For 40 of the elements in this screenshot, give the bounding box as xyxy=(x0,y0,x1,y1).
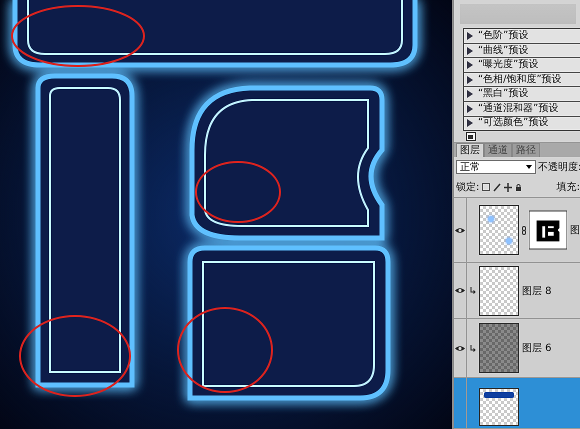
preset-label[interactable]: “黑白”预设 xyxy=(478,89,528,100)
preset-label[interactable]: “曲线”预设 xyxy=(478,46,528,56)
preset-label[interactable]: “曝光度”预设 xyxy=(478,60,538,70)
panel-tab[interactable]: 通道 xyxy=(484,143,512,157)
blend-mode-dropdown[interactable]: 正常 xyxy=(456,160,536,174)
opacity-label: 不透明度: xyxy=(538,160,580,174)
preset-item[interactable]: “色阶”预设 xyxy=(464,29,580,44)
mask-thumbnail xyxy=(529,210,567,250)
preset-item[interactable]: “曲线”预设 xyxy=(464,44,580,58)
preset-label[interactable]: “色阶”预设 xyxy=(478,30,528,41)
caret-icon xyxy=(526,165,532,169)
preset-item[interactable]: “色相/饱和度”预设 xyxy=(464,72,580,88)
lock-options-icon[interactable] xyxy=(482,182,522,192)
preset-item[interactable]: “曝光度”预设 xyxy=(464,58,580,73)
layer-thumbnail xyxy=(479,205,519,255)
preset-label[interactable]: “色相/饱和度”预设 xyxy=(478,74,562,85)
preset-item[interactable]: “可选颜色”预设 xyxy=(464,116,580,130)
layer-row[interactable]: 图 xyxy=(454,198,580,263)
layer-icon[interactable] xyxy=(466,132,476,142)
chain-icon xyxy=(522,226,526,234)
layer-row[interactable] xyxy=(454,378,580,429)
layer-name[interactable]: 图层 6 xyxy=(522,341,552,355)
fill-label: 填充: xyxy=(556,180,580,194)
layer-name[interactable]: 图层 8 xyxy=(522,284,552,298)
preset-label[interactable]: “可选颜色”预设 xyxy=(478,118,548,128)
panel-tab[interactable]: 图层 xyxy=(456,143,484,157)
panel-tab[interactable]: 路径 xyxy=(512,143,540,157)
visibility-eye-icon[interactable] xyxy=(455,226,465,234)
layer-row[interactable]: 图层 8 xyxy=(454,263,580,319)
layer-thumbnail xyxy=(479,388,519,426)
layer-thumbnail xyxy=(479,323,519,373)
layer-thumbnail xyxy=(479,266,519,316)
layer-name[interactable]: 图 xyxy=(570,223,580,237)
preset-item[interactable]: “黑白”预设 xyxy=(464,87,580,102)
visibility-eye-icon[interactable] xyxy=(455,344,465,352)
preset-item[interactable]: “通道混和器”预设 xyxy=(464,102,580,117)
preset-label[interactable]: “通道混和器”预设 xyxy=(478,104,558,114)
layer-row[interactable]: 图层 6 xyxy=(454,319,580,378)
visibility-eye-icon[interactable] xyxy=(455,287,465,294)
lock-label: 锁定: xyxy=(456,180,480,194)
